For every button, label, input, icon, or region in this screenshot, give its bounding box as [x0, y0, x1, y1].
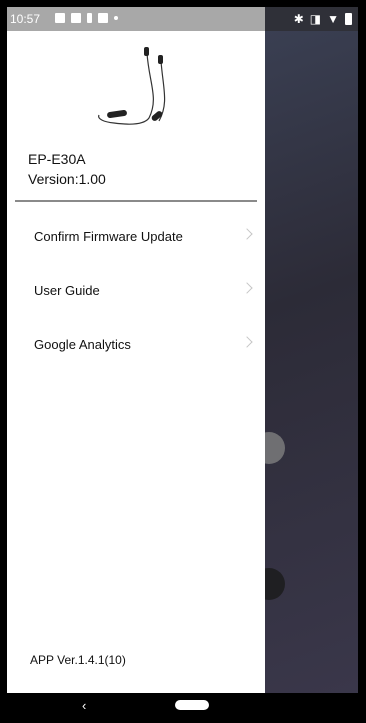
navigation-drawer: EP-E30A Version:1.00 Confirm Firmware Up… [7, 31, 265, 693]
image-notification-icon [55, 13, 65, 23]
menu-item-label: User Guide [34, 282, 100, 298]
phone-screen: ✱ ◨ ▼ 10:57 EP-E30A Version:1.00 Confirm… [7, 7, 358, 716]
menu-item-google-analytics[interactable]: Google Analytics [7, 317, 265, 371]
battery-icon [345, 13, 352, 25]
device-name: EP-E30A [28, 151, 86, 167]
bluetooth-icon: ✱ [293, 12, 304, 26]
app-version: APP Ver.1.4.1(10) [30, 653, 126, 667]
earphones-image [98, 47, 166, 125]
gallery-notification-icon [71, 13, 81, 23]
menu-item-label: Google Analytics [34, 336, 131, 352]
status-bar-drawer-section: 10:57 [7, 7, 265, 31]
device-version: Version:1.00 [28, 171, 106, 187]
chevron-right-icon [241, 336, 253, 348]
person-notification-icon [87, 13, 92, 23]
home-pill-button[interactable] [175, 700, 209, 710]
menu-item-label: Confirm Firmware Update [34, 228, 183, 244]
status-time: 10:57 [10, 12, 41, 26]
more-notifications-icon [114, 16, 118, 20]
back-icon[interactable]: ‹ [82, 698, 86, 713]
status-icons-right: ✱ ◨ ▼ [294, 12, 352, 26]
drawer-menu: Confirm Firmware Update User Guide Googl… [7, 209, 265, 371]
chevron-right-icon [241, 282, 253, 294]
notification-icons [55, 13, 118, 23]
menu-item-confirm-firmware-update[interactable]: Confirm Firmware Update [7, 209, 265, 263]
menu-item-user-guide[interactable]: User Guide [7, 263, 265, 317]
chevron-right-icon [241, 228, 253, 240]
system-navigation-bar: ‹ [7, 693, 358, 716]
vibrate-icon: ◨ [309, 12, 322, 26]
wifi-icon: ▼ [327, 12, 339, 26]
app-notification-icon [98, 13, 108, 23]
divider [15, 200, 257, 202]
